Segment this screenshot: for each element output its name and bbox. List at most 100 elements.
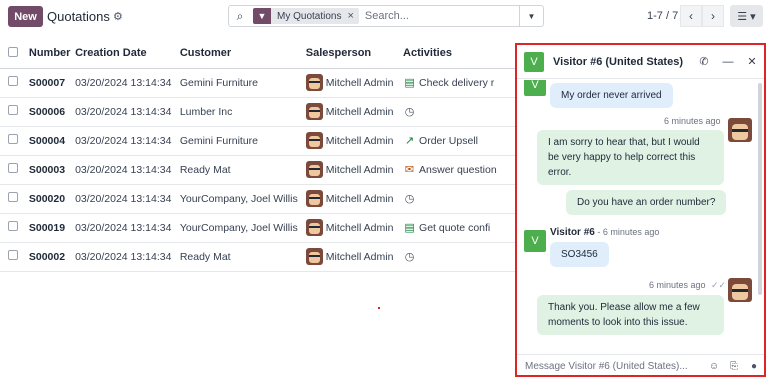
- row-checkbox[interactable]: [0, 184, 21, 214]
- search-bar: ⌕ ▼ My Quotations × Search... ▼: [228, 5, 544, 27]
- microphone-icon[interactable]: ●: [744, 361, 764, 372]
- trend-line-icon[interactable]: ↗: [403, 134, 416, 147]
- search-input[interactable]: Search...: [365, 10, 519, 22]
- cell-activities[interactable]: ▤ Check delivery r: [403, 68, 515, 98]
- new-button[interactable]: New: [8, 6, 43, 27]
- salesperson-name: Mitchell Admin: [325, 163, 394, 176]
- table-header-row: Number Creation Date Customer Salesperso…: [0, 39, 515, 69]
- row-checkbox[interactable]: [0, 155, 21, 185]
- cell-activities[interactable]: ✉ Answer question: [403, 155, 515, 185]
- clock-icon[interactable]: ◷: [403, 192, 416, 205]
- row-checkbox[interactable]: [0, 126, 21, 156]
- table-row[interactable]: S00004 03/20/2024 13:14:34 Gemini Furnitur…: [0, 126, 515, 156]
- minimize-icon[interactable]: —: [716, 56, 740, 68]
- pager-value[interactable]: 1-7 / 7: [647, 10, 678, 22]
- author-name: Visitor #6: [550, 227, 595, 238]
- chat-thread[interactable]: V My order never arrived 6 minutes ago I…: [517, 80, 764, 354]
- cell-creation-date: 03/20/2024 13:14:34: [75, 97, 180, 127]
- table-row[interactable]: S00019 03/20/2024 13:14:34 YourCompany, Jo…: [0, 213, 515, 243]
- chat-header[interactable]: V Visitor #6 (United States) ✆ — ✕: [517, 45, 764, 79]
- cell-creation-date: 03/20/2024 13:14:34: [75, 213, 180, 243]
- avatar[interactable]: [305, 219, 323, 236]
- livechat-window: V Visitor #6 (United States) ✆ — ✕ V My …: [515, 43, 766, 377]
- salesperson-name: Mitchell Admin: [325, 76, 394, 89]
- gear-icon[interactable]: ⚙: [113, 10, 123, 23]
- cell-number: S00002: [20, 242, 76, 272]
- chat-composer: Message Visitor #6 (United States)... ☺ …: [517, 354, 764, 375]
- pager-previous-button[interactable]: ‹: [680, 5, 702, 27]
- cell-activities[interactable]: ◷: [403, 242, 515, 272]
- clock-icon[interactable]: ◷: [403, 105, 416, 118]
- avatar[interactable]: [305, 132, 323, 149]
- activity-summary: Order Upsell: [419, 134, 478, 147]
- activity-summary: Get quote confi: [419, 221, 491, 234]
- search-icon[interactable]: ⌕: [229, 9, 251, 24]
- clock-icon[interactable]: ◷: [403, 250, 416, 263]
- cell-customer: Gemini Furniture: [179, 126, 306, 156]
- cell-activities[interactable]: ◷: [403, 97, 515, 127]
- row-checkbox[interactable]: [0, 213, 21, 243]
- list-view-icon[interactable]: ☰ ▾: [730, 5, 763, 27]
- table-row[interactable]: S00002 03/20/2024 13:14:34 Ready Mat Mitche…: [0, 242, 515, 272]
- activity-summary: Check delivery r: [419, 76, 495, 89]
- spreadsheet-icon[interactable]: ▤: [403, 76, 416, 89]
- column-header-customer[interactable]: Customer: [179, 39, 306, 69]
- table-row[interactable]: S00020 03/20/2024 13:14:34 YourCompany, Jo…: [0, 184, 515, 214]
- cell-activities[interactable]: ◷: [403, 184, 515, 214]
- column-header-creation-date[interactable]: Creation Date: [75, 39, 180, 69]
- avatar[interactable]: [305, 248, 323, 265]
- chat-scrollbar[interactable]: [758, 83, 762, 295]
- cell-salesperson: Mitchell Admin: [305, 97, 404, 127]
- visitor-avatar: V: [524, 51, 544, 72]
- avatar[interactable]: [305, 103, 323, 120]
- close-icon[interactable]: ✕: [740, 55, 764, 68]
- cell-salesperson: Mitchell Admin: [305, 68, 404, 98]
- message-bubble: SO3456: [550, 242, 609, 267]
- paperclip-icon[interactable]: ⎘: [724, 361, 744, 372]
- caret-down-icon[interactable]: ▼: [519, 6, 543, 26]
- pager-next-button[interactable]: ›: [702, 5, 724, 27]
- salesperson-name: Mitchell Admin: [325, 134, 394, 147]
- row-checkbox[interactable]: [0, 242, 21, 272]
- cell-creation-date: 03/20/2024 13:14:34: [75, 126, 180, 156]
- phone-icon[interactable]: ✆: [692, 55, 716, 68]
- spreadsheet-icon[interactable]: ▤: [403, 221, 416, 234]
- cell-number: S00007: [20, 68, 76, 98]
- cell-customer: YourCompany, Joel Willis: [179, 213, 306, 243]
- activity-summary: Answer question: [419, 163, 497, 176]
- message-input[interactable]: Message Visitor #6 (United States)...: [525, 361, 704, 372]
- cell-salesperson: Mitchell Admin: [305, 213, 404, 243]
- cell-customer: YourCompany, Joel Willis: [179, 184, 306, 214]
- select-all-checkbox[interactable]: [0, 39, 21, 69]
- row-checkbox[interactable]: [0, 97, 21, 127]
- table-row[interactable]: S00007 03/20/2024 13:14:34 Gemini Furnitur…: [0, 68, 515, 98]
- column-header-salesperson[interactable]: Salesperson: [305, 39, 404, 69]
- cell-activities[interactable]: ↗ Order Upsell: [403, 126, 515, 156]
- smiley-icon[interactable]: ☺: [704, 361, 724, 372]
- row-checkbox[interactable]: [0, 68, 21, 98]
- column-header-activities[interactable]: Activities: [403, 39, 515, 69]
- table-row[interactable]: S00003 03/20/2024 13:14:34 Ready Mat Mitche…: [0, 155, 515, 185]
- message-bubble: I am sorry to hear that, but I would be …: [537, 130, 724, 185]
- message-bubble: Thank you. Please allow me a few moments…: [537, 295, 724, 335]
- cell-salesperson: Mitchell Admin: [305, 126, 404, 156]
- cell-salesperson: Mitchell Admin: [305, 184, 404, 214]
- facet-remove-icon[interactable]: ×: [347, 10, 358, 22]
- visitor-avatar: V: [524, 80, 546, 96]
- avatar[interactable]: [305, 190, 323, 207]
- cell-number: S00004: [20, 126, 76, 156]
- filter-facet: ▼ My Quotations ×: [253, 8, 359, 24]
- visitor-avatar: V: [524, 230, 546, 252]
- avatar[interactable]: [305, 74, 323, 91]
- table-row[interactable]: S00006 03/20/2024 13:14:34 Lumber Inc Mitch…: [0, 97, 515, 127]
- column-header-number[interactable]: Number: [20, 39, 76, 69]
- cursor-marker: [378, 307, 380, 309]
- salesperson-name: Mitchell Admin: [325, 221, 394, 234]
- cell-activities[interactable]: ▤ Get quote confi: [403, 213, 515, 243]
- cell-customer: Ready Mat: [179, 155, 306, 185]
- breadcrumb-title[interactable]: Quotations: [47, 9, 110, 24]
- cell-number: S00020: [20, 184, 76, 214]
- avatar[interactable]: [305, 161, 323, 178]
- cell-number: S00006: [20, 97, 76, 127]
- envelope-icon[interactable]: ✉: [403, 163, 416, 176]
